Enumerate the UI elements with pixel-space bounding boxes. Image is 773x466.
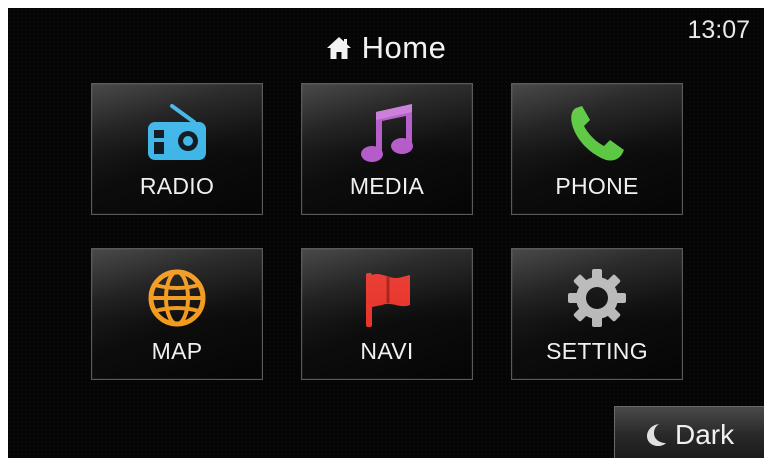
phone-button[interactable]: PHONE bbox=[511, 83, 683, 215]
dark-label: Dark bbox=[675, 419, 735, 450]
phone-icon bbox=[562, 98, 632, 168]
media-label: MEDIA bbox=[349, 173, 425, 199]
music-note-icon bbox=[352, 98, 422, 168]
map-button[interactable]: MAP bbox=[91, 248, 263, 380]
globe-icon bbox=[142, 263, 212, 333]
navi-button[interactable]: NAVI bbox=[301, 248, 473, 380]
setting-label: SETTING bbox=[546, 338, 648, 364]
clock: 13:07 bbox=[687, 16, 750, 44]
page-title-text: Home bbox=[361, 30, 447, 65]
media-button[interactable]: MEDIA bbox=[301, 83, 473, 215]
phone-label: PHONE bbox=[555, 173, 639, 199]
radio-label: RADIO bbox=[139, 173, 215, 199]
moon-icon bbox=[645, 422, 667, 448]
radio-button[interactable]: RADIO bbox=[91, 83, 263, 215]
radio-icon bbox=[142, 98, 212, 168]
home-icon bbox=[326, 33, 352, 69]
setting-button[interactable]: SETTING bbox=[511, 248, 683, 380]
dark-mode-button[interactable]: Dark bbox=[614, 406, 764, 458]
home-screen: Home 13:07 RADIO MEDIA PHONE MAP NAVI SE… bbox=[8, 8, 764, 458]
gear-icon bbox=[562, 263, 632, 333]
flag-icon bbox=[352, 263, 422, 333]
map-label: MAP bbox=[151, 338, 203, 364]
page-title: Home bbox=[8, 30, 764, 69]
navi-label: NAVI bbox=[360, 338, 414, 364]
